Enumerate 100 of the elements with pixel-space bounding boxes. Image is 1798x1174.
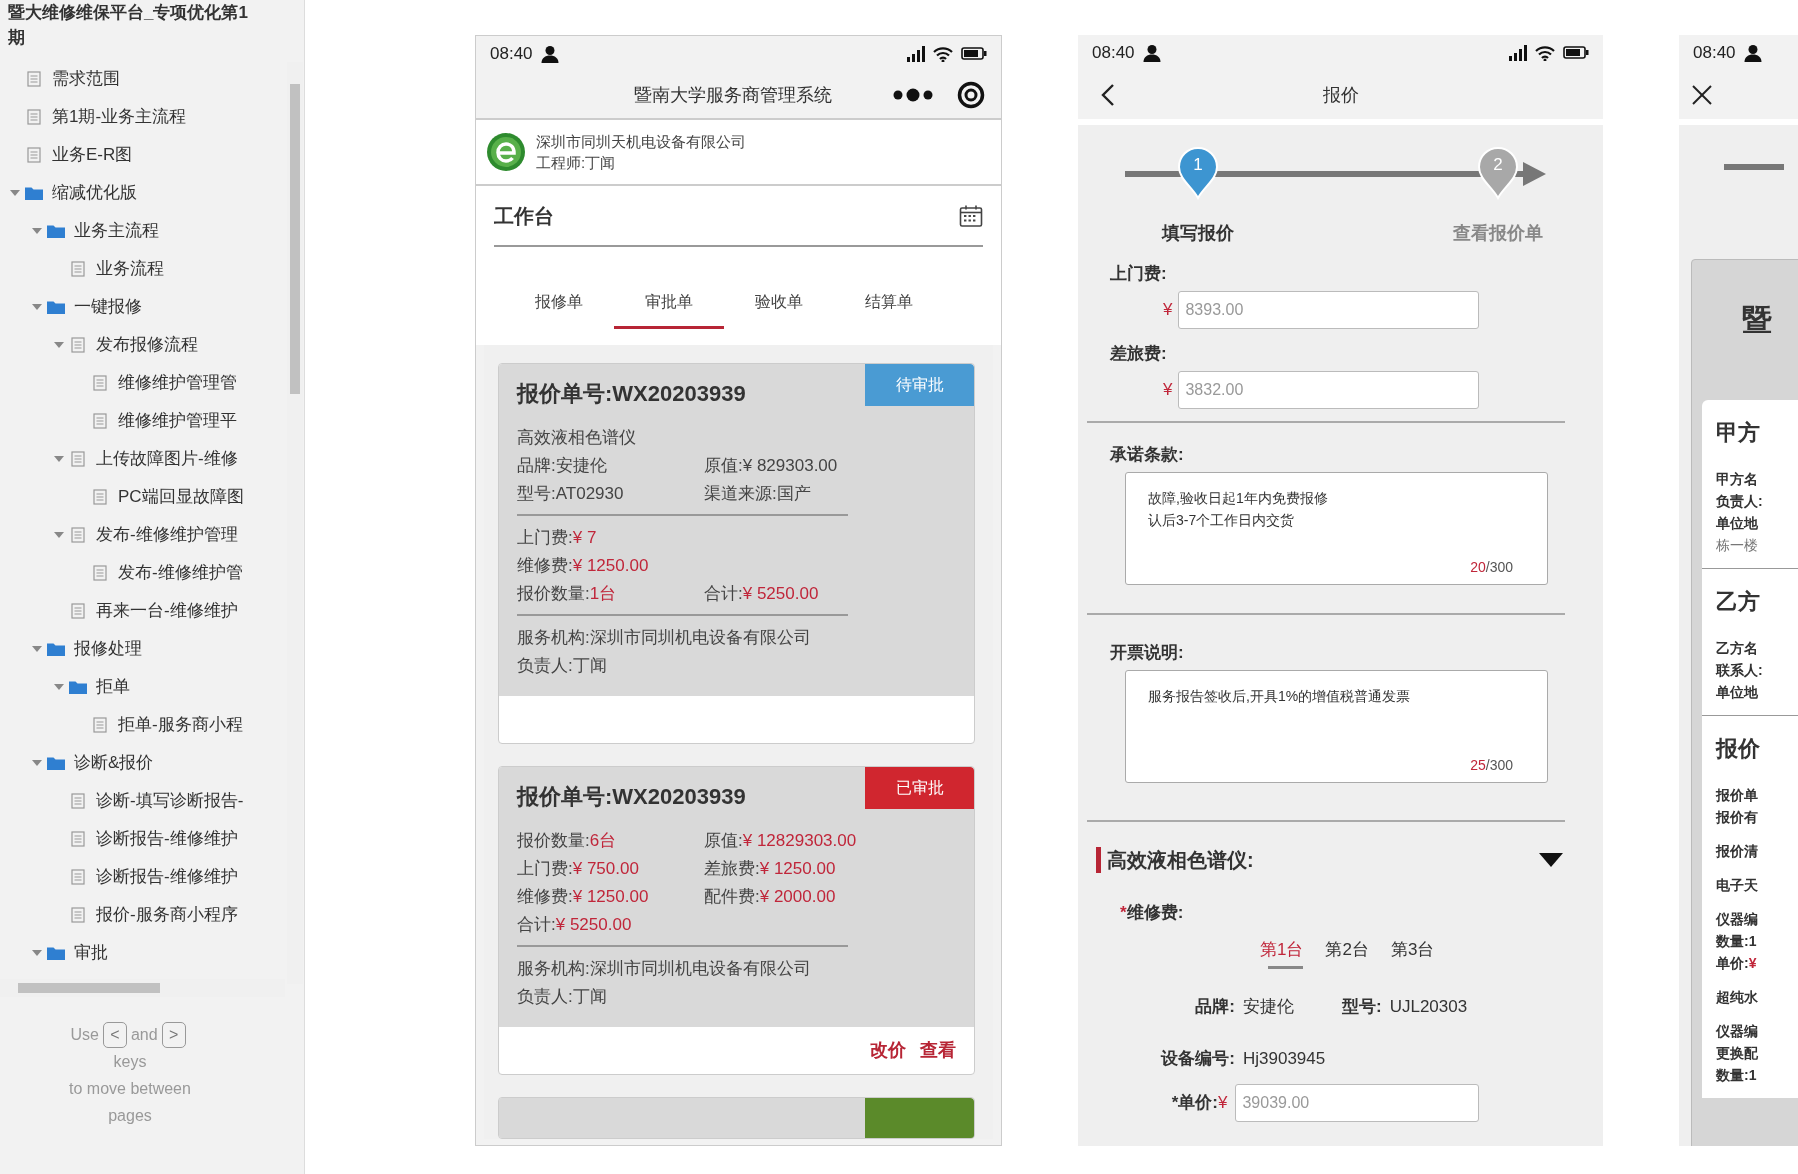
calendar-icon[interactable] [959,203,983,228]
tree-label[interactable]: 发布-维修维护管 [118,560,243,586]
quote-detail: 维修费:¥ 1250.00 [517,555,649,577]
quote-detail: 原值:¥ 829303.00 [704,455,838,477]
text-area[interactable]: 故障,验收日起1年内免费报修 认后3-7个工作日内交货 20/300 [1125,472,1548,585]
quote-detail: 型号:AT02930 [517,483,625,505]
caret-down-icon[interactable] [31,758,43,768]
document-line: 单价:¥ [1716,954,1758,973]
caret-down-icon[interactable] [53,530,65,540]
tree-label[interactable]: 诊断报告-维修维护 [96,826,238,852]
page-icon [93,413,107,429]
currency-sign: ¥ [1163,379,1173,402]
folder-icon [47,946,65,960]
field-label: 上门费: [1110,263,1168,285]
page-icon [71,831,85,847]
wifi-icon [933,46,953,62]
quote-detail: 配件费:¥ 2000.00 [704,886,836,908]
tree-label[interactable]: 第1期-业务主流程 [52,104,187,130]
caret-down-icon[interactable] [31,644,43,654]
hint-text: and [130,1026,158,1043]
tab[interactable]: 验收单 [724,270,834,329]
tab[interactable]: 报修单 [504,270,614,329]
caret-down-icon[interactable] [31,948,43,958]
action-link[interactable]: 查看 [920,1037,956,1064]
page-icon [71,337,85,353]
more-icon[interactable] [893,88,933,102]
tree-label[interactable]: 拒单-服务商小程 [118,712,243,738]
page-icon [71,527,85,543]
character-count: 20/300 [1470,558,1513,577]
step-label: 查看报价单 [1453,222,1543,245]
caret-down-icon[interactable] [31,302,43,312]
tree-label[interactable]: 业务主流程 [74,218,159,244]
price-input[interactable]: 39039.00 [1235,1083,1480,1122]
tab[interactable]: 审批单 [614,270,724,329]
text-area[interactable]: 服务报告签收后,开具1%的增值税普通发票 25/300 [1125,670,1548,783]
tree-label[interactable]: 拒单 [96,674,130,700]
document-line: 甲方名 [1716,470,1759,489]
tree-label[interactable]: 审批 [74,940,108,966]
caret-down-icon[interactable] [9,188,21,198]
status-badge: 待审批 [865,364,974,406]
fee-input[interactable]: 8393.00 [1178,291,1480,329]
tree-label[interactable]: 业务流程 [96,256,164,282]
tree-label[interactable]: 发布报修流程 [96,332,198,358]
dropdown-icon[interactable] [1539,853,1563,867]
status-time: 08:40 [1092,42,1135,65]
document-line: 联系人: [1716,661,1764,680]
tree-label[interactable]: 报修处理 [74,636,142,662]
field-label: 差旅费: [1110,343,1168,365]
back-icon[interactable] [1100,83,1116,107]
tree-label[interactable]: 发布-维修维护管理 [96,522,238,548]
tree-label[interactable]: 再来一台-维修维护 [96,598,238,624]
document-line: 乙方名 [1716,639,1759,658]
section-title: 工作台 [494,203,554,229]
section-title: 乙方 [1716,588,1761,616]
caret-down-icon[interactable] [53,340,65,350]
caret-down-icon[interactable] [53,454,65,464]
field-label: 承诺条款: [1110,444,1185,466]
document-line: 电子天 [1716,876,1759,895]
document-line: 报价单 [1716,786,1759,805]
caret-down-icon[interactable] [31,226,43,236]
page-icon [93,489,107,505]
hint-text: to move between pages [68,1079,192,1126]
unit-tab[interactable]: 第3台 [1390,937,1435,969]
key-hint: > [161,1022,186,1048]
tree-label[interactable]: 诊断-填写诊断报告- [96,788,244,814]
page-icon [93,565,107,581]
quote-detail: 差旅费:¥ 1250.00 [704,858,836,880]
caret-down-icon[interactable] [53,682,65,692]
tree-label[interactable]: 诊断&报价 [74,750,154,776]
field-label: 型号: [1342,995,1382,1018]
status-time: 08:40 [490,43,533,66]
quote-number: 报价单号:WX20203939 [517,380,746,408]
currency-sign: ¥ [1218,1091,1228,1114]
quote-number: 报价单号:WX20203939 [517,783,746,811]
tree-label[interactable]: 业务E-R图 [52,142,133,168]
section-title: 报价 [1716,735,1761,763]
target-icon[interactable] [957,81,985,109]
tree-label[interactable]: 上传故障图片-维修 [96,446,238,472]
tree-label[interactable]: 诊断报告-维修维护 [96,864,238,890]
folder-icon [25,186,43,200]
fee-input[interactable]: 3832.00 [1178,371,1480,409]
page-icon [27,147,41,163]
tree-label[interactable]: 需求范围 [52,66,120,92]
page-icon [71,793,85,809]
tree-label[interactable]: 报价-服务商小程序 [96,902,238,928]
close-icon[interactable] [1691,84,1713,106]
tree-label[interactable]: 一键报修 [74,294,142,320]
tree-label[interactable]: PC端回显故障图 [118,484,244,510]
tree-label[interactable]: 维修维护管理管 [118,370,237,396]
tree-label[interactable]: 缩减优化版 [52,180,137,206]
folder-icon [47,642,65,656]
unit-tab[interactable]: 第1台 [1260,937,1304,969]
quote-detail: 上门费:¥ 7 [517,527,597,549]
signal-icon [1509,45,1527,61]
action-link[interactable]: 改价 [870,1037,906,1064]
character-count: 25/300 [1470,756,1513,775]
unit-tab[interactable]: 第2台 [1325,937,1369,969]
folder-icon [69,680,87,694]
tree-label[interactable]: 维修维护管理平 [118,408,237,434]
tab[interactable]: 结算单 [834,270,944,329]
